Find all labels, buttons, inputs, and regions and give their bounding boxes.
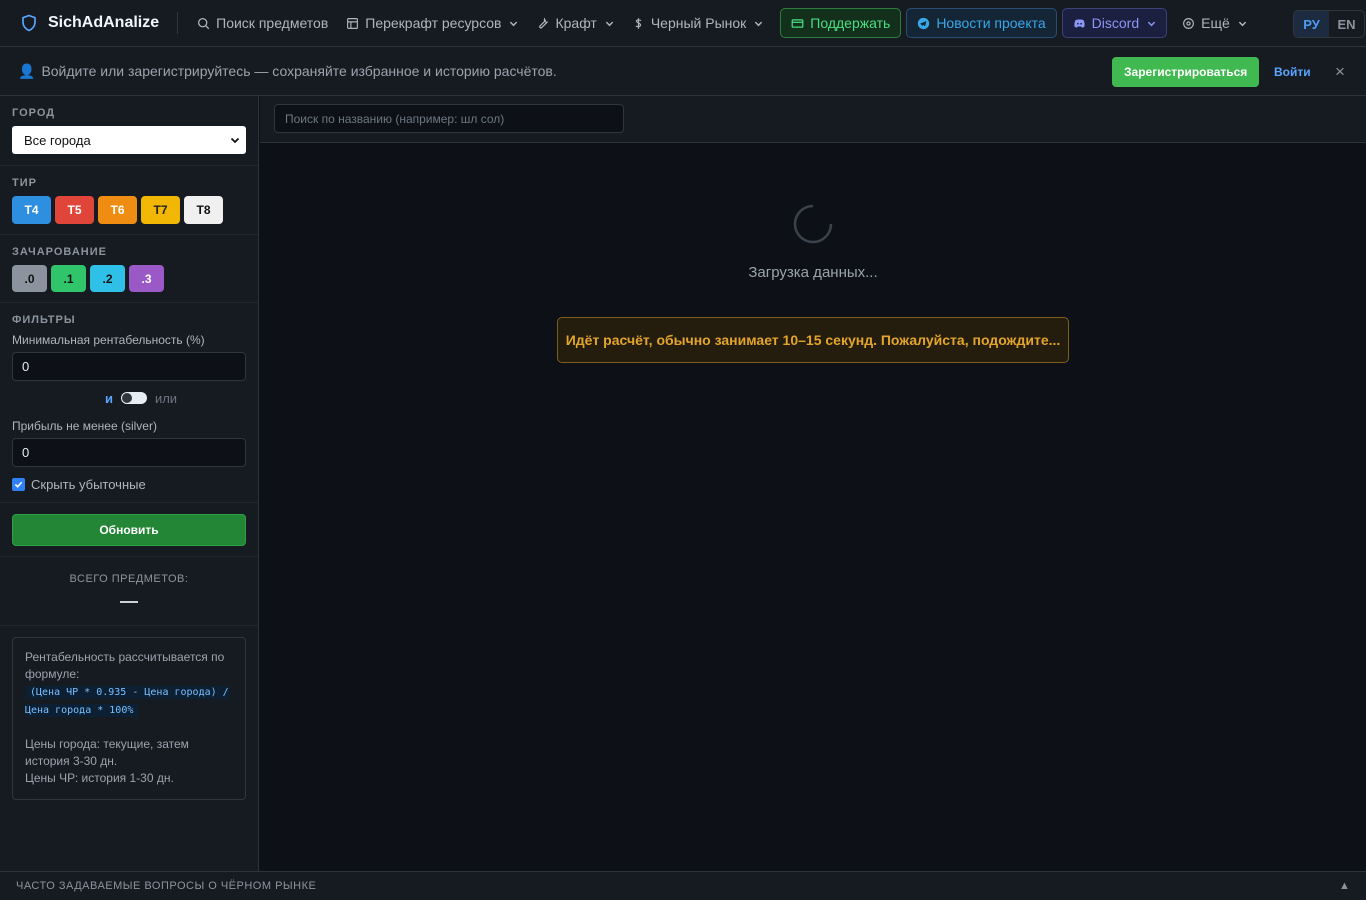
support-label: Поддержать — [810, 15, 891, 31]
formula-code: (Цена ЧР * 0.935 - Цена города) / Цена г… — [25, 686, 229, 717]
total-section: ВСЕГО ПРЕДМЕТОВ: — [0, 557, 258, 626]
tier-t5-button[interactable]: T5 — [55, 196, 94, 224]
login-banner: 👤 Войдите или зарегистрируйтесь — сохран… — [0, 47, 1366, 96]
tier-t7-button[interactable]: T7 — [141, 196, 180, 224]
nav-item-label: Перекрафт ресурсов — [365, 15, 502, 31]
top-navbar: SichAdAnalize Поиск предметов Перекрафт … — [0, 0, 1366, 47]
lang-en-button[interactable]: EN — [1329, 11, 1364, 37]
city-title: ГОРОД — [12, 107, 56, 119]
logic-toggle[interactable] — [120, 392, 147, 404]
search-bar: Поиск по названию (например: шл сол) — [260, 96, 1366, 143]
nav-item-recraft[interactable]: Перекрафт ресурсов — [337, 8, 527, 38]
chevron-down-icon — [1147, 21, 1156, 26]
loading-text: Загрузка данных... — [748, 264, 878, 281]
user-icon: 👤 — [18, 62, 36, 79]
total-items-value — [120, 601, 138, 603]
min-profitability-label: Минимальная рентабельность (%) — [12, 333, 205, 347]
checkmark-icon — [14, 481, 23, 488]
expand-arrow-icon[interactable]: ▲ — [1339, 880, 1350, 892]
language-switcher: РУ EN — [1293, 10, 1365, 38]
formula-info-box: Рентабельность рассчитывается по формуле… — [12, 637, 246, 800]
hide-unprofitable-checkbox[interactable] — [12, 478, 25, 491]
discord-icon — [1074, 19, 1085, 27]
faq-footer[interactable]: ЧАСТО ЗАДАВАЕМЫЕ ВОПРОСЫ О ЧЁРНОМ РЫНКЕ … — [0, 871, 1366, 900]
tier-title: ТИР — [12, 177, 37, 189]
discord-button[interactable]: Discord — [1061, 8, 1168, 38]
city-selected: Все города — [24, 132, 91, 148]
register-button[interactable]: Зарегистрироваться — [1112, 57, 1260, 87]
close-icon[interactable]: × — [1330, 59, 1350, 85]
logic-toggle-row: и или — [36, 389, 246, 407]
enchant-section: ЗАЧАРОВАНИЕ .0 .1 .2 .3 — [0, 235, 258, 303]
city-select[interactable]: Все города — [12, 126, 246, 154]
logic-or-label: или — [154, 390, 178, 406]
chevron-down-icon — [230, 137, 240, 144]
support-button[interactable]: Поддержать — [780, 8, 902, 38]
faq-label: ЧАСТО ЗАДАВАЕМЫЕ ВОПРОСЫ О ЧЁРНОМ РЫНКЕ — [16, 880, 317, 892]
more-menu[interactable]: Ещё — [1173, 8, 1256, 38]
telegram-icon — [918, 17, 930, 29]
chevron-down-icon — [510, 21, 518, 26]
enchant-title: ЗАЧАРОВАНИЕ — [12, 246, 107, 258]
shield-icon — [22, 14, 36, 32]
formula-intro: Рентабельность рассчитывается по формуле… — [25, 650, 225, 681]
enchant-1-button[interactable]: .1 — [51, 265, 86, 292]
nav-divider — [177, 12, 179, 34]
card-icon — [791, 18, 804, 28]
tier-section: ТИР T4 T5 T6 T7 T8 — [0, 166, 258, 235]
login-button[interactable]: Войти — [1268, 57, 1317, 87]
nav-item-label: Поиск предметов — [216, 15, 329, 31]
nav-item-search[interactable]: Поиск предметов — [188, 8, 337, 38]
tier-t4-button[interactable]: T4 — [12, 196, 51, 224]
city-section: ГОРОД Все города — [0, 96, 258, 166]
nav-item-black-market[interactable]: Черный Рынок — [623, 8, 772, 38]
brand[interactable]: SichAdAnalize — [20, 14, 159, 32]
nav-item-label: Крафт — [555, 15, 597, 31]
enchant-2-button[interactable]: .2 — [90, 265, 125, 292]
hide-unprofitable-label: Скрыть убыточные — [31, 477, 146, 492]
main-content: Поиск по названию (например: шл сол) Заг… — [260, 96, 1366, 871]
calculation-warning: Идёт расчёт, обычно занимает 10–15 секун… — [557, 317, 1069, 363]
filters-title: ФИЛЬТРЫ — [12, 314, 76, 326]
enchant-3-button[interactable]: .3 — [129, 265, 164, 292]
more-label: Ещё — [1201, 15, 1230, 31]
update-section: Обновить — [0, 503, 258, 557]
news-button[interactable]: Новости проекта — [906, 8, 1057, 38]
brand-name: SichAdAnalize — [48, 14, 160, 31]
search-icon — [198, 17, 210, 29]
hide-unprofitable-row: Скрыть убыточные — [12, 477, 246, 492]
city-prices-note: Цены города: текущие, затем история 3-30… — [25, 737, 189, 768]
total-items-label: ВСЕГО ПРЕДМЕТОВ: — [69, 573, 189, 585]
formula-wrap: (Цена ЧР * 0.935 - Цена города) / Цена г… — [25, 683, 233, 719]
dollar-icon — [635, 17, 642, 29]
chevron-down-icon — [1238, 21, 1246, 26]
chevron-down-icon — [605, 21, 614, 26]
lang-ru-button[interactable]: РУ — [1294, 11, 1329, 37]
news-label: Новости проекта — [936, 15, 1046, 31]
min-profitability-input[interactable]: 0 — [12, 352, 246, 381]
tier-t8-button[interactable]: T8 — [184, 196, 223, 224]
filters-section: ФИЛЬТРЫ Минимальная рентабельность (%) 0… — [0, 303, 258, 503]
bm-prices-note: Цены ЧР: история 1-30 дн. — [25, 771, 174, 785]
nav-item-craft[interactable]: Крафт — [527, 8, 622, 38]
enchant-0-button[interactable]: .0 — [12, 265, 47, 292]
min-profit-label: Прибыль не менее (silver) — [12, 419, 157, 433]
nav-item-label: Черный Рынок — [650, 15, 747, 31]
item-search-input[interactable]: Поиск по названию (например: шл сол) — [274, 104, 624, 133]
chevron-down-icon — [755, 21, 763, 26]
logic-and-label: и — [104, 390, 113, 406]
discord-label: Discord — [1091, 15, 1140, 31]
banner-text: Войдите или зарегистрируйтесь — сохраняй… — [41, 63, 557, 79]
tier-t6-button[interactable]: T6 — [98, 196, 137, 224]
filter-sidebar: ГОРОД Все города ТИР T4 T5 T6 T7 T8 ЗАЧА… — [0, 96, 259, 871]
loading-spinner-icon — [793, 204, 833, 244]
update-button[interactable]: Обновить — [12, 514, 246, 546]
target-icon — [1183, 17, 1195, 29]
table-icon — [347, 17, 359, 29]
wrench-icon — [539, 16, 550, 28]
banner-message: 👤 Войдите или зарегистрируйтесь — сохран… — [18, 63, 557, 80]
min-profit-input[interactable]: 0 — [12, 438, 246, 467]
